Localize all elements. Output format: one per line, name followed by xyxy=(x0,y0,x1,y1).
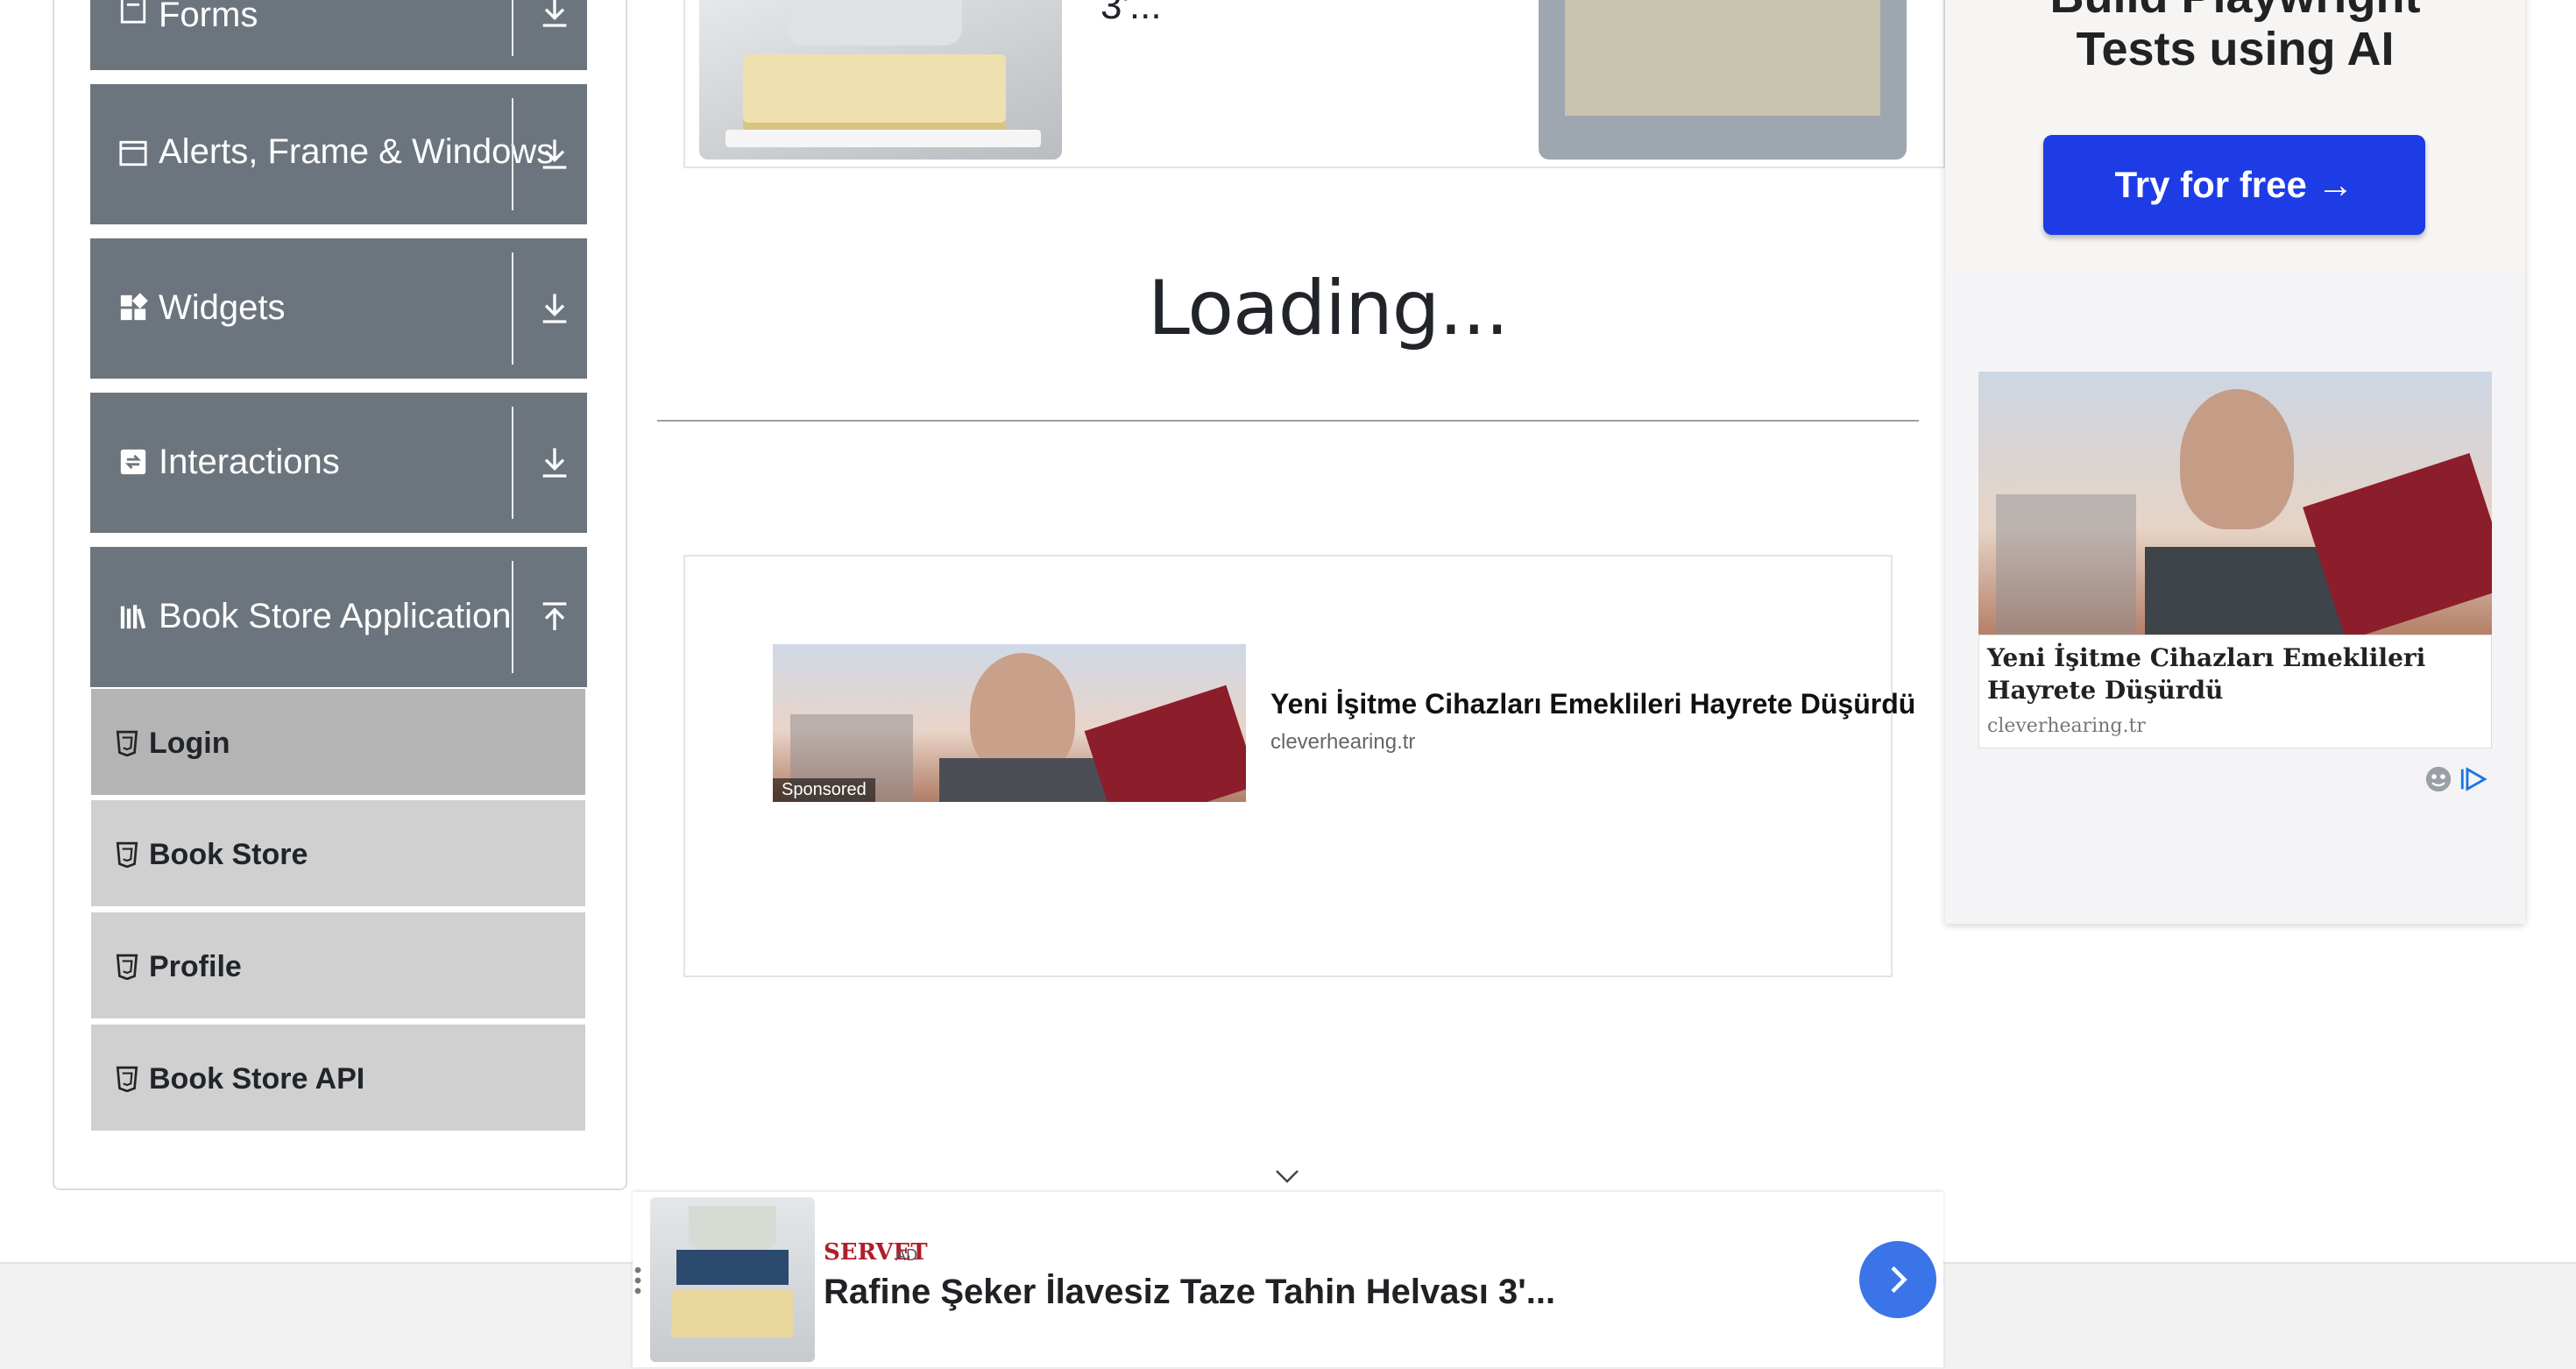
right-ad-panel: Build Playwright Tests using AI Try for … xyxy=(1945,0,2525,924)
menu-item-profile[interactable]: Profile xyxy=(91,912,585,1021)
halva-image xyxy=(743,54,1006,133)
bottom-ad-tag: AD xyxy=(895,1246,918,1264)
passport xyxy=(1084,684,1246,802)
html5-icon xyxy=(116,954,138,980)
group-header-interactions[interactable]: Interactions xyxy=(90,393,587,533)
try-for-free-button[interactable]: Try for free → xyxy=(2043,135,2425,235)
news-ad-headline[interactable]: Yeni İşitme Cihazları Emeklileri Hayrete… xyxy=(1987,642,2483,706)
group-header-alerts[interactable]: Alerts, Frame & Windows xyxy=(90,84,587,224)
group-label: Alerts, Frame & Windows xyxy=(159,132,555,171)
html5-icon xyxy=(116,841,138,868)
group-label: Forms xyxy=(159,0,258,34)
playwright-headline-1: Build Playwright xyxy=(1945,0,2525,23)
menu-item-label: Profile xyxy=(149,950,242,983)
menu-item-book-store[interactable]: Book Store xyxy=(91,800,585,909)
man-jacket xyxy=(2145,547,2346,635)
download-arrow-icon[interactable] xyxy=(537,445,572,480)
sponsored-ad-image[interactable]: Sponsored xyxy=(773,644,1246,802)
html5-icon xyxy=(116,1066,138,1092)
box-image xyxy=(676,1250,789,1285)
news-ad-domain[interactable]: cleverhearing.tr xyxy=(1987,715,2146,737)
sponsored-ad-box: Sponsored Yeni İşitme Cihazları Emeklile… xyxy=(683,555,1915,977)
separator xyxy=(512,252,513,365)
city-skyline xyxy=(1996,494,2136,635)
separator xyxy=(512,561,513,673)
group-label: Widgets xyxy=(159,288,286,327)
download-arrow-icon[interactable] xyxy=(537,291,572,326)
books-icon xyxy=(120,605,146,629)
html5-icon xyxy=(116,730,138,756)
chevron-down-icon[interactable] xyxy=(1274,1167,1300,1185)
ad-choices-face-icon[interactable] xyxy=(2424,764,2453,794)
bottom-anchor-ad[interactable]: SERVET AD Rafine Şeker İlavesiz Taze Tah… xyxy=(633,1192,1943,1367)
widgets-icon xyxy=(120,293,148,321)
group-label: Book Store Application xyxy=(159,597,512,635)
separator xyxy=(512,0,513,56)
sponsored-domain[interactable]: cleverhearing.tr xyxy=(1270,730,1415,755)
sponsored-headline[interactable]: Yeni İşitme Cihazları Emeklileri Hayrete… xyxy=(1270,688,1919,720)
menu-item-login[interactable]: Login xyxy=(91,689,585,798)
news-ad-image[interactable] xyxy=(1978,372,2492,635)
drag-handle-icon[interactable] xyxy=(633,1266,643,1295)
separator xyxy=(512,407,513,519)
menu-item-label: Book Store API xyxy=(149,1062,365,1096)
man-jacket xyxy=(939,758,1115,802)
group-label: Interactions xyxy=(159,443,340,481)
man-face xyxy=(2180,389,2294,529)
menu-item-label: Login xyxy=(149,727,230,760)
plate-image xyxy=(725,130,1041,147)
group-header-widgets[interactable]: Widgets xyxy=(90,238,587,379)
man-face xyxy=(970,653,1075,776)
product-title[interactable]: 3'... xyxy=(1100,0,1162,28)
bottom-ad-image[interactable] xyxy=(650,1197,815,1362)
interactions-icon xyxy=(120,449,146,475)
sponsored-badge: Sponsored xyxy=(773,778,875,802)
download-arrow-icon[interactable] xyxy=(537,137,572,172)
halva-block-image xyxy=(1565,0,1880,116)
jar-image xyxy=(787,0,962,46)
upload-arrow-icon[interactable] xyxy=(537,599,572,635)
group-header-book-store-application[interactable]: Book Store Application xyxy=(90,547,587,687)
adchoices-icon[interactable] xyxy=(2459,764,2488,794)
bottom-ad-headline[interactable]: Rafine Şeker İlavesiz Taze Tahin Helvası… xyxy=(824,1273,1555,1312)
menu-item-label: Book Store xyxy=(149,838,308,871)
next-button[interactable] xyxy=(1859,1241,1936,1318)
jar-image xyxy=(689,1206,776,1250)
product-image-2[interactable] xyxy=(1539,0,1907,160)
product-image[interactable] xyxy=(699,0,1062,160)
download-arrow-icon[interactable] xyxy=(537,0,572,30)
divider xyxy=(657,420,1919,422)
chevron-right-icon xyxy=(1891,1266,1907,1294)
playwright-headline-2: Tests using AI xyxy=(2076,23,2395,75)
halva-image xyxy=(671,1290,794,1337)
menu-item-book-store-api[interactable]: Book Store API xyxy=(91,1025,585,1133)
window-icon xyxy=(119,140,147,167)
separator xyxy=(512,98,513,210)
group-header-forms[interactable]: Forms xyxy=(90,0,587,70)
form-icon xyxy=(120,0,146,24)
loading-text: Loading... xyxy=(1148,265,1509,352)
product-ad-card[interactable]: 3'... xyxy=(683,0,1945,168)
